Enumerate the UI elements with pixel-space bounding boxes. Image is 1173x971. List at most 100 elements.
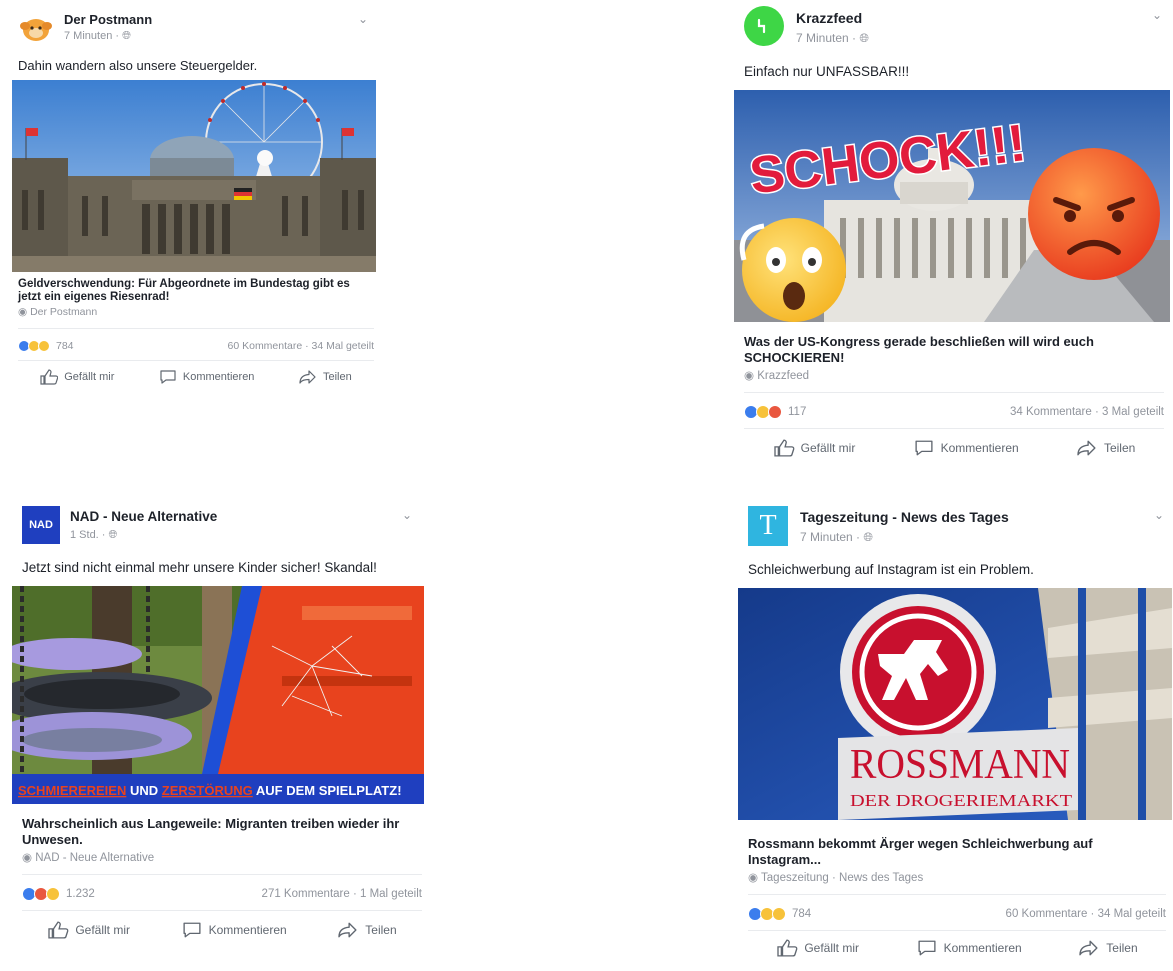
comment-icon (160, 369, 176, 384)
avatar[interactable] (18, 10, 54, 46)
post-image[interactable]: SCHMIEREREIEN UND ZERSTÖRUNG AUF DEM SPI… (12, 586, 424, 804)
avatar[interactable] (744, 6, 784, 46)
globe-icon: ◉︎ (748, 872, 762, 884)
banner-word2: UND (126, 783, 161, 798)
chevron-down-icon[interactable]: ⌄ (1154, 508, 1164, 522)
post-krazzfeed: Krazzfeed 7 Minuten · 🌐︎ ⌄ Einfach nur U… (734, 4, 1170, 466)
banner-word3: ZERSTÖRUNG (162, 783, 253, 798)
link-source: ◉︎ Krazzfeed (744, 368, 1164, 382)
globe-icon: 🌐︎ (863, 530, 873, 544)
post-meta[interactable]: 7 Minuten · 🌐︎ (64, 30, 131, 43)
avatar-text: NAD (29, 519, 53, 531)
post-meta[interactable]: 7 Minuten · 🌐︎ (796, 31, 869, 46)
like-button[interactable]: Gefällt mir (40, 368, 115, 385)
share-label: Teilen (322, 370, 352, 383)
share-button[interactable]: Teilen (1078, 939, 1138, 957)
author-name[interactable]: Tageszeitung - News des Tages (800, 509, 1009, 525)
like-button[interactable]: Gefällt mir (776, 938, 859, 957)
comment-button[interactable]: Kommentieren (913, 439, 1019, 457)
link-source-label: Der Postmann (30, 306, 98, 318)
post-nad: NAD NAD - Neue Alternative 1 Std. · 🌐︎ ⌄… (12, 504, 424, 948)
like-button[interactable]: Gefällt mir (773, 438, 855, 457)
post-image[interactable]: ROSSMANN DER DROGERIEMARKT (738, 588, 1172, 820)
post-meta[interactable]: 1 Std. · 🌐︎ (70, 529, 117, 542)
reaction-bar: 117 34 Kommentare · 3 Mal geteilt (744, 392, 1164, 422)
reaction-count: 784 (56, 339, 74, 352)
comment-label: Kommentieren (940, 440, 1019, 455)
share-label: Teilen (1106, 940, 1138, 955)
comment-button[interactable]: Kommentieren (181, 921, 287, 939)
post-stats[interactable]: 34 Kommentare · 3 Mal geteilt (1010, 406, 1164, 418)
share-icon (1077, 440, 1096, 455)
share-button[interactable]: Teilen (1076, 439, 1135, 457)
post-text: Dahin wandern also unsere Steuergelder. (18, 58, 258, 73)
link-title[interactable]: Was der US-Kongress gerade beschließen w… (744, 322, 1164, 366)
like-button[interactable]: Gefällt mir (47, 920, 130, 939)
post-tageszeitung: T Tageszeitung - News des Tages 7 Minute… (738, 504, 1172, 964)
share-icon (338, 922, 357, 937)
post-time[interactable]: 7 Minuten · (64, 30, 122, 42)
link-source: ◉︎ Tageszeitung · News des Tages (748, 870, 1166, 884)
post-time[interactable]: 7 Minuten · (796, 31, 859, 45)
post-text: Schleichwerbung auf Instagram ist ein Pr… (748, 562, 1034, 577)
share-icon (299, 369, 316, 384)
wow-reaction-icon (772, 906, 786, 921)
post-header: Der Postmann 7 Minuten · 🌐︎ ⌄ (18, 8, 374, 52)
share-button[interactable]: Teilen (337, 921, 397, 939)
share-button[interactable]: Teilen (299, 369, 352, 385)
post-header: NAD NAD - Neue Alternative 1 Std. · 🌐︎ ⌄ (22, 504, 422, 554)
author-name[interactable]: Der Postmann (64, 12, 152, 27)
reaction-count: 784 (792, 907, 812, 920)
post-stats[interactable]: 60 Kommentare · 34 Mal geteilt (1006, 908, 1166, 920)
post-stats[interactable]: 271 Kommentare · 1 Mal geteilt (262, 888, 422, 900)
reactions[interactable]: 784 (18, 339, 74, 352)
post-image[interactable] (12, 80, 376, 272)
post-time[interactable]: 1 Std. · (70, 529, 109, 541)
banner-word1: SCHMIEREREIEN (18, 783, 126, 798)
reaction-count: 1.232 (66, 887, 95, 900)
author-name[interactable]: Krazzfeed (796, 10, 862, 26)
reaction-count: 117 (788, 405, 807, 418)
like-icon (40, 368, 59, 385)
avatar[interactable]: NAD (22, 506, 60, 544)
post-header: T Tageszeitung - News des Tages 7 Minute… (748, 504, 1166, 554)
like-icon (773, 438, 795, 457)
avatar[interactable]: T (748, 506, 788, 546)
comment-icon (918, 940, 936, 955)
comment-label: Kommentieren (208, 922, 287, 937)
reaction-bar: 1.232 271 Kommentare · 1 Mal geteilt (22, 874, 422, 904)
reactions[interactable]: 1.232 (22, 886, 95, 901)
comment-button[interactable]: Kommentieren (916, 939, 1022, 957)
chevron-down-icon[interactable]: ⌄ (402, 508, 412, 522)
like-label: Gefällt mir (804, 940, 859, 955)
wow-reaction-icon (38, 339, 50, 352)
globe-icon: 🌐︎ (108, 529, 118, 541)
chevron-down-icon[interactable]: ⌄ (358, 12, 368, 26)
post-stats[interactable]: 60 Kommentare · 34 Mal geteilt (228, 340, 375, 352)
post-text: Einfach nur UNFASSBAR!!! (744, 64, 910, 79)
post-der-postmann: Der Postmann 7 Minuten · 🌐︎ ⌄ Dahin wand… (12, 8, 376, 392)
reactions[interactable]: 117 (744, 404, 807, 419)
like-label: Gefällt mir (64, 370, 115, 383)
comment-button[interactable]: Kommentieren (159, 369, 255, 385)
like-label: Gefällt mir (75, 922, 130, 937)
link-title[interactable]: Rossmann bekommt Ärger wegen Schleichwer… (748, 820, 1166, 868)
reaction-bar: 784 60 Kommentare · 34 Mal geteilt (748, 894, 1166, 924)
author-name[interactable]: NAD - Neue Alternative (70, 509, 217, 524)
post-meta[interactable]: 7 Minuten · 🌐︎ (800, 530, 873, 545)
post-header: Krazzfeed 7 Minuten · 🌐︎ ⌄ (744, 4, 1164, 54)
reaction-bar: 784 60 Kommentare · 34 Mal geteilt (18, 328, 374, 354)
link-title[interactable]: Geldverschwendung: Für Abgeordnete im Bu… (18, 272, 374, 304)
rossmann-brand: ROSSMANN (850, 742, 1070, 788)
link-source-label: Krazzfeed (757, 370, 810, 382)
post-image[interactable]: SCHOCK!!! (734, 90, 1170, 322)
comment-label: Kommentieren (943, 940, 1022, 955)
link-title[interactable]: Wahrscheinlich aus Langeweile: Migranten… (22, 804, 422, 848)
link-source: ◉︎ NAD - Neue Alternative (22, 850, 422, 864)
share-label: Teilen (1103, 440, 1136, 455)
chevron-down-icon[interactable]: ⌄ (1152, 8, 1162, 22)
angry-reaction-icon (768, 404, 782, 419)
post-time[interactable]: 7 Minuten · (800, 530, 863, 544)
comment-label: Kommentieren (182, 370, 255, 383)
reactions[interactable]: 784 (748, 906, 812, 921)
